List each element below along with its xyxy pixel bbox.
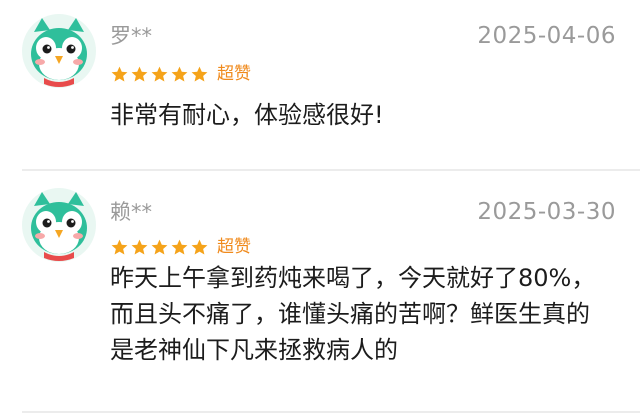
review-content-line: 昨天上午拿到药炖来喝了，今天就好了80%， <box>110 264 596 292</box>
review-date: 2025-03-30 <box>477 199 616 225</box>
stars <box>110 238 210 257</box>
reviewer-name: 赖** <box>110 200 152 224</box>
owl-avatar-icon[interactable] <box>22 14 96 88</box>
review-item: 罗** 2025-04-06 超赞 非常有耐心，体验感很好! <box>0 0 640 170</box>
review-item: 赖** 2025-03-30 超赞 昨天上午拿到药炖来喝了，今天就好了80%， … <box>0 172 640 412</box>
star-icon <box>191 239 208 255</box>
review-content-line: 而且头不痛了，谁懂头痛的苦啊？鲜医生真的 <box>110 300 590 328</box>
star-icon <box>171 66 188 82</box>
rating-label: 超赞 <box>217 236 251 257</box>
review-content: 非常有耐心，体验感很好! <box>110 97 615 133</box>
star-icon <box>131 239 148 255</box>
star-icon <box>111 66 128 82</box>
review-divider <box>22 411 640 413</box>
review-divider <box>22 169 640 171</box>
star-icon <box>171 239 188 255</box>
review-content: 昨天上午拿到药炖来喝了，今天就好了80%， 而且头不痛了，谁懂头痛的苦啊？鲜医生… <box>110 260 615 368</box>
stars <box>110 65 210 84</box>
rating-label: 超赞 <box>217 63 251 84</box>
review-date: 2025-04-06 <box>477 23 616 49</box>
star-rating: 超赞 <box>110 235 251 259</box>
star-icon <box>111 239 128 255</box>
star-icon <box>151 239 168 255</box>
star-rating: 超赞 <box>110 62 251 86</box>
review-list: 罗** 2025-04-06 超赞 非常有耐心，体验感很好! 赖** 2025-… <box>0 0 640 417</box>
review-content-line: 非常有耐心，体验感很好! <box>110 101 384 129</box>
star-icon <box>191 66 208 82</box>
reviewer-name: 罗** <box>110 24 152 48</box>
star-icon <box>131 66 148 82</box>
owl-avatar-icon[interactable] <box>22 188 96 262</box>
star-icon <box>151 66 168 82</box>
review-content-line: 是老神仙下凡来拯救病人的 <box>110 336 398 364</box>
